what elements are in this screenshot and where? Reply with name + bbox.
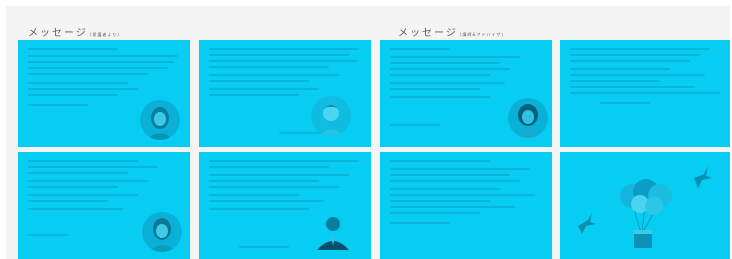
section-heading-instructors: メッセージ (講師&アドバイザ) xyxy=(398,24,504,39)
text-line xyxy=(390,212,480,214)
text-line xyxy=(209,94,299,96)
section-subtitle: (保護者より) xyxy=(89,32,120,37)
text-line xyxy=(390,74,490,76)
text-line xyxy=(570,74,705,76)
text-line xyxy=(28,194,138,196)
text-line xyxy=(390,160,490,162)
text-line xyxy=(209,166,329,168)
text-line xyxy=(570,68,670,70)
text-line xyxy=(209,88,319,90)
text-line xyxy=(209,174,349,176)
text-line xyxy=(390,188,500,190)
text-line xyxy=(28,67,168,69)
text-line xyxy=(28,48,118,50)
message-card[interactable] xyxy=(18,152,190,259)
text-line xyxy=(570,48,710,50)
text-line xyxy=(28,88,138,90)
text-line xyxy=(28,55,178,57)
text-line xyxy=(209,194,299,196)
message-gallery: メッセージ (保護者より) メッセージ (講師&アドバイザ) xyxy=(6,6,730,259)
text-line xyxy=(28,172,128,174)
message-card[interactable] xyxy=(18,40,190,147)
text-line xyxy=(390,82,505,84)
text-line xyxy=(390,168,530,170)
text-line xyxy=(209,54,349,56)
text-line xyxy=(209,66,329,68)
text-line xyxy=(28,61,174,63)
text-line xyxy=(390,222,450,224)
text-line xyxy=(390,68,510,70)
text-line xyxy=(390,62,500,64)
text-line xyxy=(209,208,309,210)
text-line xyxy=(390,200,490,202)
text-line xyxy=(209,60,357,62)
portrait-woman-icon xyxy=(140,100,180,140)
message-card[interactable] xyxy=(380,152,552,259)
text-line xyxy=(28,200,108,202)
text-line xyxy=(28,73,148,75)
balloons-birds-illustration xyxy=(578,166,712,248)
text-line xyxy=(390,96,490,98)
text-line xyxy=(390,88,480,90)
portrait-woman-icon xyxy=(142,212,182,252)
message-card[interactable] xyxy=(380,40,552,147)
text-line xyxy=(28,82,128,84)
text-line xyxy=(390,174,510,176)
section-subtitle: (講師&アドバイザ) xyxy=(459,32,505,37)
text-line xyxy=(570,60,690,62)
portrait-woman-icon xyxy=(508,98,548,138)
portrait-child-icon xyxy=(311,96,351,136)
message-card[interactable] xyxy=(199,152,371,259)
text-line xyxy=(390,56,520,58)
text-line xyxy=(570,86,695,88)
text-line xyxy=(28,208,123,210)
section-heading-parents: メッセージ (保護者より) xyxy=(28,24,120,39)
text-line xyxy=(28,166,158,168)
text-line xyxy=(390,124,440,126)
text-line xyxy=(570,80,660,82)
text-line xyxy=(209,80,309,82)
text-line xyxy=(239,246,289,248)
text-line xyxy=(209,160,359,162)
section-title: メッセージ xyxy=(28,28,88,39)
text-line xyxy=(209,180,319,182)
text-line xyxy=(28,94,118,96)
text-line xyxy=(600,102,650,104)
text-line xyxy=(570,92,720,94)
text-line xyxy=(390,194,535,196)
text-line xyxy=(28,160,138,162)
text-line xyxy=(209,48,359,50)
text-line xyxy=(28,234,68,236)
text-line xyxy=(28,186,118,188)
text-line xyxy=(390,206,515,208)
text-line xyxy=(28,180,148,182)
text-line xyxy=(28,104,88,106)
text-line xyxy=(209,74,339,76)
text-line xyxy=(390,48,450,50)
text-line xyxy=(209,200,324,202)
section-title: メッセージ xyxy=(398,28,458,39)
text-line xyxy=(570,54,700,56)
message-card[interactable] xyxy=(199,40,371,147)
message-card[interactable] xyxy=(560,152,730,259)
portrait-man-icon xyxy=(313,210,353,250)
message-card[interactable] xyxy=(560,40,730,147)
text-line xyxy=(390,180,520,182)
text-line xyxy=(209,186,339,188)
